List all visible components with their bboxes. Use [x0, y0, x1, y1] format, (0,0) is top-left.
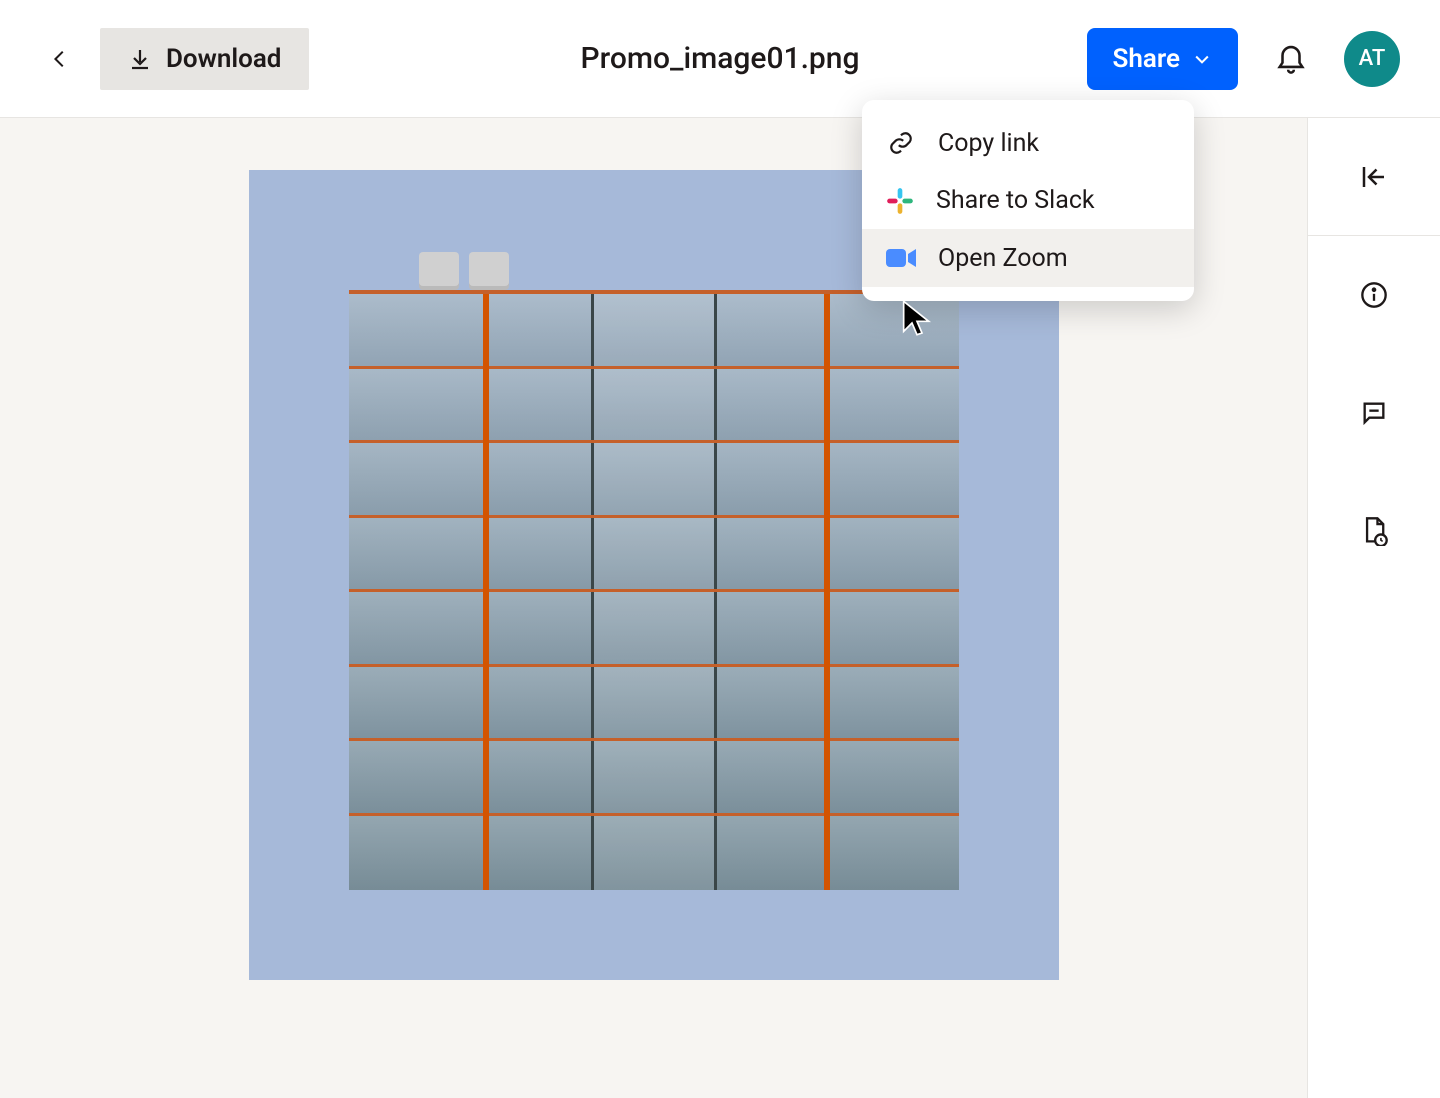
content-area: [0, 118, 1440, 1098]
building-floor: [349, 294, 959, 369]
menu-item-share-slack[interactable]: Share to Slack: [862, 172, 1194, 229]
bell-icon: [1274, 40, 1308, 74]
zoom-icon: [886, 243, 916, 273]
avatar[interactable]: AT: [1344, 31, 1400, 87]
menu-item-label: Copy link: [938, 129, 1039, 158]
building-pillar: [824, 294, 830, 890]
header-bar: Download Promo_image01.png Share AT Copy…: [0, 0, 1440, 118]
header-right-cluster: Share AT: [1087, 28, 1400, 90]
download-button[interactable]: Download: [100, 28, 309, 90]
download-label: Download: [166, 44, 281, 74]
file-title: Promo_image01.png: [580, 41, 859, 76]
menu-item-label: Share to Slack: [936, 186, 1095, 215]
roof-unit: [419, 252, 459, 290]
building-floor: [349, 443, 959, 518]
notifications-button[interactable]: [1274, 40, 1308, 78]
building-floor: [349, 369, 959, 444]
building-floor: [349, 592, 959, 667]
building-floor: [349, 741, 959, 816]
collapse-panel-button[interactable]: [1308, 118, 1440, 236]
share-button[interactable]: Share: [1087, 28, 1238, 90]
building-floor: [349, 518, 959, 593]
menu-item-copy-link[interactable]: Copy link: [862, 114, 1194, 172]
building-floor: [349, 816, 959, 891]
right-rail: [1307, 118, 1440, 1098]
back-button[interactable]: [40, 39, 80, 79]
avatar-initials: AT: [1359, 46, 1386, 71]
download-icon: [128, 47, 152, 71]
file-activity-button[interactable]: [1308, 472, 1440, 590]
file-clock-icon: [1360, 516, 1388, 546]
collapse-left-icon: [1359, 162, 1389, 192]
chevron-left-icon: [49, 48, 71, 70]
share-label: Share: [1113, 44, 1180, 74]
roof-unit: [469, 252, 509, 290]
building-floor: [349, 667, 959, 742]
building-pillar: [483, 294, 489, 890]
cursor-icon: [900, 298, 934, 338]
comments-button[interactable]: [1308, 354, 1440, 472]
share-dropdown: Copy link Share to Slack Open Zoom: [862, 100, 1194, 301]
chevron-down-icon: [1192, 49, 1212, 69]
link-icon: [886, 128, 916, 158]
menu-item-open-zoom[interactable]: Open Zoom: [862, 229, 1194, 287]
slack-icon: [886, 187, 914, 215]
comment-icon: [1360, 399, 1388, 427]
info-icon: [1360, 281, 1388, 309]
info-button[interactable]: [1308, 236, 1440, 354]
building-illustration: [349, 290, 959, 890]
menu-item-label: Open Zoom: [938, 244, 1068, 273]
